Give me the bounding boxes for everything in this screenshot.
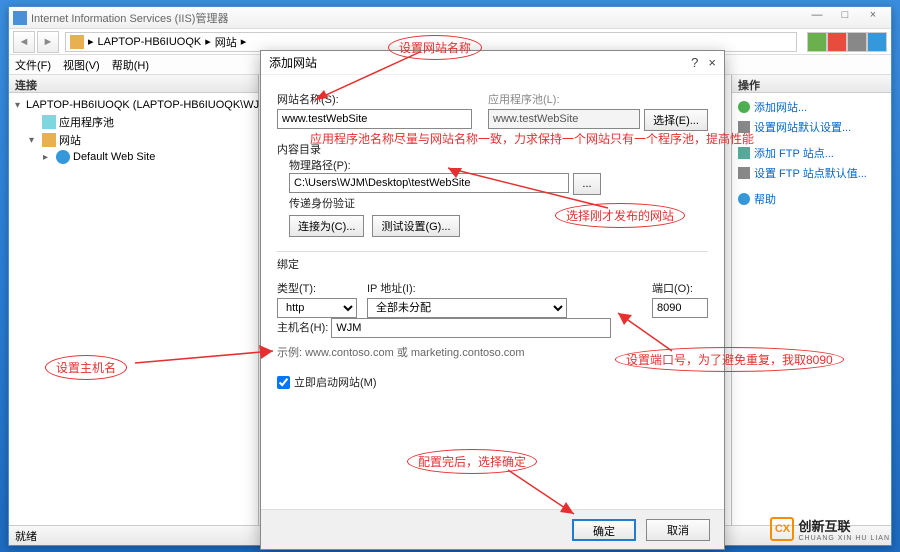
physpath-label: 物理路径(P): — [289, 160, 351, 172]
connections-header: 连接 — [9, 75, 258, 93]
breadcrumb[interactable]: ▸ LAPTOP-HB6IUOQK ▸ 网站 ▸ — [65, 32, 797, 52]
breadcrumb-sep: ▸ — [241, 35, 247, 48]
apppool-icon — [42, 115, 56, 129]
cancel-button[interactable]: 取消 — [646, 519, 710, 541]
tree-server[interactable]: LAPTOP-HB6IUOQK (LAPTOP-HB6IUOQK\WJM — [26, 99, 268, 111]
refresh-icon[interactable] — [807, 32, 827, 52]
menu-help[interactable]: 帮助(H) — [112, 57, 149, 73]
dialog-titlebar: 添加网站 ? × — [261, 51, 724, 75]
action-add-ftp[interactable]: 添加 FTP 站点... — [738, 143, 885, 163]
apppool-label: 应用程序池(L): — [488, 91, 708, 107]
watermark-logo: CX — [770, 517, 794, 541]
sites-icon — [42, 133, 56, 147]
port-input[interactable] — [652, 298, 708, 318]
ip-label: IP 地址(I): — [367, 280, 642, 296]
help-icon[interactable] — [867, 32, 887, 52]
connections-panel: 连接 ▾LAPTOP-HB6IUOQK (LAPTOP-HB6IUOQK\WJM… — [9, 75, 259, 525]
host-label: 主机名(H): — [277, 322, 328, 334]
action-site-defaults[interactable]: 设置网站默认设置... — [738, 117, 885, 137]
home-icon — [70, 35, 84, 49]
dialog-footer: 确定 取消 — [261, 509, 724, 549]
host-example: 示例: www.contoso.com 或 marketing.contoso.… — [277, 344, 708, 360]
testsettings-button[interactable]: 测试设置(G)... — [372, 215, 459, 237]
maximize-button[interactable]: □ — [831, 9, 859, 27]
breadcrumb-root[interactable]: LAPTOP-HB6IUOQK — [98, 36, 202, 48]
actions-panel: 操作 添加网站... 设置网站默认设置... 添加 FTP 站点... 设置 F… — [731, 75, 891, 525]
apppool-input — [488, 109, 640, 129]
breadcrumb-node[interactable]: 网站 — [215, 34, 237, 50]
physpath-input[interactable] — [289, 173, 569, 193]
type-label: 类型(T): — [277, 280, 357, 296]
menu-view[interactable]: 视图(V) — [63, 57, 100, 73]
status-text: 就绪 — [15, 531, 37, 543]
binding-group-label: 绑定 — [277, 259, 299, 271]
action-ftp-defaults[interactable]: 设置 FTP 站点默认值... — [738, 163, 885, 183]
startnow-checkbox[interactable] — [277, 376, 290, 389]
connectas-button[interactable]: 连接为(C)... — [289, 215, 364, 237]
tree-sites[interactable]: 网站 — [59, 132, 81, 148]
action-add-website[interactable]: 添加网站... — [738, 97, 885, 117]
connections-tree: ▾LAPTOP-HB6IUOQK (LAPTOP-HB6IUOQK\WJM 应用… — [9, 93, 258, 525]
ip-select[interactable]: 全部未分配 — [367, 298, 567, 318]
menu-file[interactable]: 文件(F) — [15, 57, 51, 73]
sitename-input[interactable] — [277, 109, 472, 129]
browse-button[interactable]: ... — [573, 173, 601, 195]
actions-header: 操作 — [732, 75, 891, 93]
minimize-button[interactable]: — — [803, 9, 831, 27]
action-help[interactable]: 帮助 — [738, 189, 885, 209]
app-icon — [13, 11, 27, 25]
pane-icon[interactable] — [847, 32, 867, 52]
gear-icon — [738, 167, 750, 179]
watermark-sub: CHUANG XIN HU LIAN — [798, 535, 890, 542]
host-input[interactable] — [331, 318, 611, 338]
dialog-close-button[interactable]: × — [708, 55, 716, 70]
help-icon — [738, 193, 750, 205]
titlebar: Internet Information Services (IIS)管理器 —… — [9, 7, 891, 29]
gear-icon — [738, 121, 750, 133]
watermark-text: 创新互联 — [798, 516, 890, 535]
ftp-icon — [738, 147, 750, 159]
select-apppool-button[interactable]: 选择(E)... — [644, 109, 708, 131]
dialog-title: 添加网站 — [269, 54, 317, 71]
window-title: Internet Information Services (IIS)管理器 — [31, 10, 228, 26]
ok-button[interactable]: 确定 — [572, 519, 636, 541]
nav-back-button[interactable]: ◄ — [13, 31, 35, 53]
breadcrumb-sep: ▸ — [205, 35, 211, 48]
close-button[interactable]: × — [859, 9, 887, 27]
dialog-help-button[interactable]: ? — [691, 55, 698, 70]
type-select[interactable]: http — [277, 298, 357, 318]
passauth-label: 传递身份验证 — [289, 198, 355, 210]
stop-icon[interactable] — [827, 32, 847, 52]
port-label: 端口(O): — [652, 280, 708, 296]
add-icon — [738, 101, 750, 113]
watermark: CX 创新互联 CHUANG XIN HU LIAN — [770, 516, 890, 542]
sitename-label: 网站名称(S): — [277, 91, 472, 107]
tree-default-site[interactable]: Default Web Site — [73, 151, 155, 163]
tree-apppool[interactable]: 应用程序池 — [59, 114, 114, 130]
site-icon — [56, 150, 70, 164]
add-website-dialog: 添加网站 ? × 网站名称(S): 应用程序池(L): 选择(E)... 内容目… — [260, 50, 725, 550]
breadcrumb-sep: ▸ — [88, 35, 94, 48]
startnow-label: 立即启动网站(M) — [294, 374, 377, 390]
content-group-label: 内容目录 — [277, 144, 321, 156]
nav-forward-button[interactable]: ► — [37, 31, 59, 53]
